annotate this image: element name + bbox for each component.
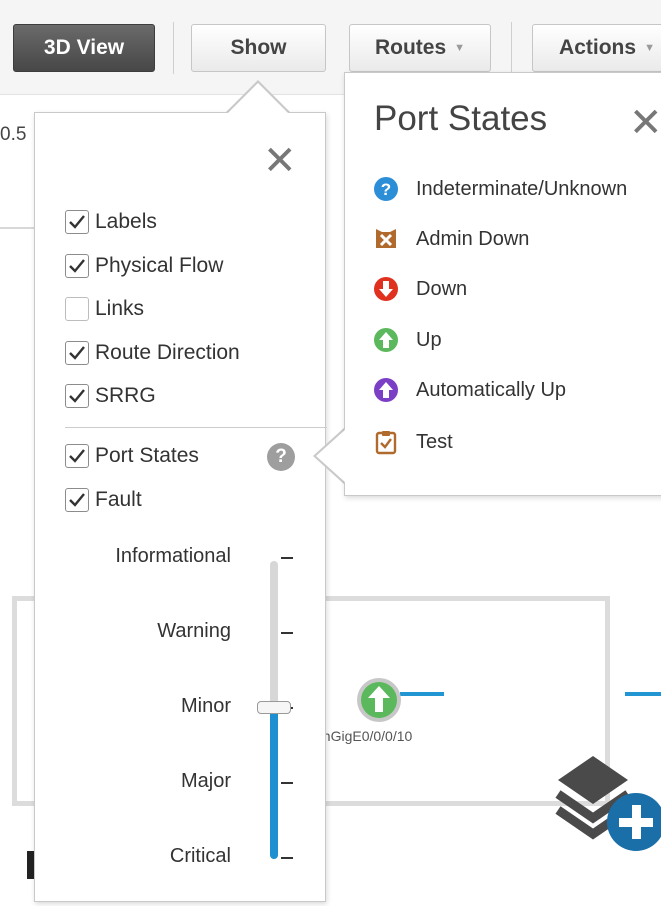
topology-link[interactable] [625, 692, 661, 696]
node-port-label: enGigE0/0/0/10 [315, 728, 413, 744]
admin-down-icon [373, 226, 399, 252]
checkbox-checked-icon[interactable] [65, 488, 89, 512]
legend-item-label: Automatically Up [416, 378, 567, 401]
arrow-up-green-icon [373, 327, 399, 353]
legend-item-label: Indeterminate/Unknown [416, 177, 628, 200]
actions-dropdown[interactable]: Actions ▼ [532, 24, 661, 72]
option-label: Links [95, 297, 145, 320]
checkbox-checked-icon[interactable] [65, 254, 89, 278]
close-icon[interactable]: ✕ [263, 141, 297, 181]
checkbox-checked-icon[interactable] [65, 341, 89, 365]
help-icon[interactable]: ? [267, 443, 295, 471]
port-up-node-icon[interactable] [355, 676, 403, 729]
topology-link[interactable] [400, 692, 444, 696]
severity-label-critical: Critical [169, 845, 231, 867]
option-label: Physical Flow [95, 254, 224, 277]
option-srrg[interactable]: SRRG [65, 381, 156, 411]
legend-item-test: Test [373, 428, 453, 456]
option-label: Route Direction [95, 341, 240, 364]
severity-slider-fill [270, 707, 278, 859]
checkbox-checked-icon[interactable] [65, 444, 89, 468]
toolbar-divider [511, 22, 512, 74]
arrow-up-purple-icon [373, 377, 399, 403]
show-button[interactable]: Show [191, 24, 326, 72]
legend-title: Port States [374, 99, 548, 138]
clipboard-check-icon [373, 429, 399, 455]
legend-item-label: Down [416, 277, 468, 300]
checkbox-checked-icon[interactable] [65, 210, 89, 234]
question-circle-icon: ? [373, 176, 399, 202]
legend-item-up: Up [373, 326, 442, 354]
option-label: Fault [95, 488, 142, 511]
close-icon[interactable]: ✕ [629, 103, 661, 143]
option-route-direction[interactable]: Route Direction [65, 338, 240, 368]
legend-pointer-inner [316, 429, 346, 483]
option-label: Labels [95, 210, 157, 233]
routes-dropdown[interactable]: Routes ▼ [349, 24, 491, 72]
show-label: Show [230, 36, 287, 59]
svg-text:?: ? [381, 180, 391, 199]
checkbox-unchecked-icon[interactable] [65, 297, 89, 321]
severity-slider-handle[interactable] [257, 701, 291, 714]
actions-label: Actions [559, 36, 637, 59]
3d-view-button[interactable]: 3D View [13, 24, 155, 72]
option-port-states[interactable]: Port States [65, 441, 199, 471]
severity-label-minor: Minor [180, 695, 231, 717]
chevron-down-icon: ▼ [454, 42, 466, 54]
legend-item-automatically-up: Automatically Up [373, 376, 566, 404]
layers-add-icon[interactable] [548, 748, 661, 863]
option-fault[interactable]: Fault [65, 485, 142, 515]
severity-tick [281, 782, 293, 784]
port-states-legend-popover: Port States ✕ ? Indeterminate/Unknown Ad… [344, 72, 661, 496]
divider [65, 427, 327, 428]
legend-item-admin-down: Admin Down [373, 225, 529, 253]
option-physical-flow[interactable]: Physical Flow [65, 251, 223, 281]
arrow-down-red-icon [373, 276, 399, 302]
routes-label: Routes [374, 36, 447, 59]
canvas-gridline [0, 227, 34, 229]
show-options-popover: ✕ Labels Physical Flow Links Route Direc… [34, 112, 327, 902]
severity-tick [281, 557, 293, 559]
option-links[interactable]: Links [65, 294, 144, 324]
legend-item-label: Admin Down [416, 227, 530, 250]
option-label: Port States [95, 444, 199, 467]
chevron-down-icon: ▼ [644, 42, 655, 54]
canvas-text-fragment: 0.5 [0, 124, 27, 145]
checkbox-checked-icon[interactable] [65, 384, 89, 408]
severity-label-major: Major [180, 770, 231, 792]
toolbar-divider [173, 22, 174, 74]
popover-pointer-inner [227, 83, 289, 114]
severity-tick [281, 857, 293, 859]
option-label: SRRG [95, 384, 156, 407]
3d-view-label: 3D View [43, 36, 125, 59]
severity-tick [281, 632, 293, 634]
severity-label-warning: Warning [157, 620, 231, 642]
legend-item-label: Test [416, 430, 453, 453]
severity-label-informational: Informational [115, 545, 231, 567]
legend-item-label: Up [416, 328, 442, 351]
option-labels[interactable]: Labels [65, 207, 157, 237]
legend-item-down: Down [373, 275, 467, 303]
legend-item-indeterminate: ? Indeterminate/Unknown [373, 175, 627, 203]
